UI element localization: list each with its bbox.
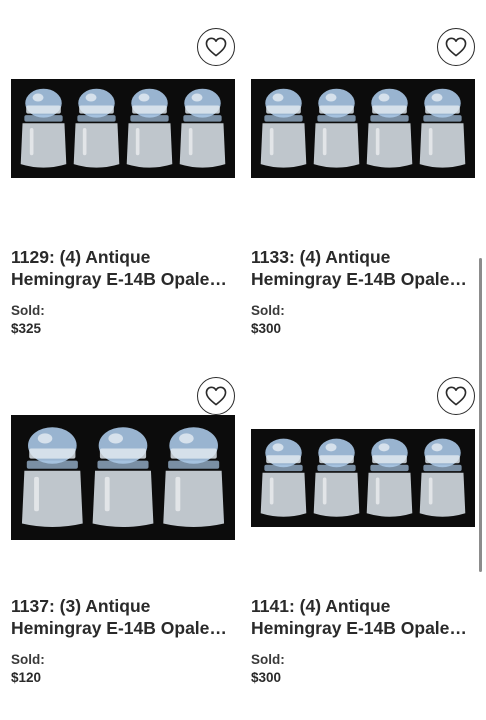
sold-price: $300 xyxy=(251,670,282,685)
insulator-image xyxy=(260,88,307,168)
insulator-image xyxy=(92,427,154,527)
insulator-image xyxy=(366,88,413,168)
lot-photo[interactable] xyxy=(251,429,475,527)
insulator-image xyxy=(366,438,413,517)
lot-title[interactable]: 1137: (3) Antique Hemingray E-14B Opales… xyxy=(11,595,235,639)
insulators-image xyxy=(20,88,226,168)
insulator-image xyxy=(313,88,360,168)
insulators-image xyxy=(260,438,466,517)
lot-title-line-1: 1141: (4) Antique xyxy=(251,596,391,616)
sold-label: Sold: xyxy=(251,652,285,667)
insulator-image xyxy=(21,427,83,527)
insulator-image xyxy=(126,88,173,168)
lot-photo[interactable] xyxy=(11,415,235,540)
lot-title[interactable]: 1133: (4) Antique Hemingray E-14B Opales… xyxy=(251,246,475,290)
lot-grid: 1129: (4) Antique Hemingray E-14B Opales… xyxy=(0,0,486,720)
insulator-image xyxy=(313,438,360,517)
lot-title-line-2: Hemingray E-14B Opalescent xyxy=(11,618,235,638)
insulator-image xyxy=(260,438,307,517)
insulators-image xyxy=(21,427,225,527)
sold-label: Sold: xyxy=(251,303,285,318)
scrollbar[interactable] xyxy=(479,258,482,572)
insulator-image xyxy=(163,427,225,527)
favorite-button[interactable] xyxy=(437,28,475,66)
sold-price: $120 xyxy=(11,670,42,685)
favorite-button[interactable] xyxy=(437,377,475,415)
sold-label: Sold: xyxy=(11,303,45,318)
sold-price: $300 xyxy=(251,321,282,336)
heart-icon xyxy=(205,386,227,406)
favorite-button[interactable] xyxy=(197,377,235,415)
lot-title-line-1: 1137: (3) Antique xyxy=(11,596,151,616)
lot-title-line-1: 1133: (4) Antique xyxy=(251,247,391,267)
sold-label: Sold: xyxy=(11,652,45,667)
lot-title-line-2: Hemingray E-14B Opalescent xyxy=(251,269,475,289)
lot-title[interactable]: 1129: (4) Antique Hemingray E-14B Opales… xyxy=(11,246,235,290)
insulator-image xyxy=(419,88,466,168)
lot-title-line-1: 1129: (4) Antique xyxy=(11,247,151,267)
lot-photo[interactable] xyxy=(11,79,235,178)
sold-price: $325 xyxy=(11,321,42,336)
favorite-button[interactable] xyxy=(197,28,235,66)
insulator-image xyxy=(73,88,120,168)
heart-icon xyxy=(205,37,227,57)
insulator-image xyxy=(419,438,466,517)
insulator-image xyxy=(20,88,67,168)
heart-icon xyxy=(445,37,467,57)
lot-title[interactable]: 1141: (4) Antique Hemingray E-14B Opales… xyxy=(251,595,475,639)
insulator-image xyxy=(179,88,226,168)
heart-icon xyxy=(445,386,467,406)
lot-photo[interactable] xyxy=(251,79,475,178)
lot-title-line-2: Hemingray E-14B Opalescent xyxy=(251,618,475,638)
insulators-image xyxy=(260,88,466,168)
lot-title-line-2: Hemingray E-14B Opalescent xyxy=(11,269,235,289)
